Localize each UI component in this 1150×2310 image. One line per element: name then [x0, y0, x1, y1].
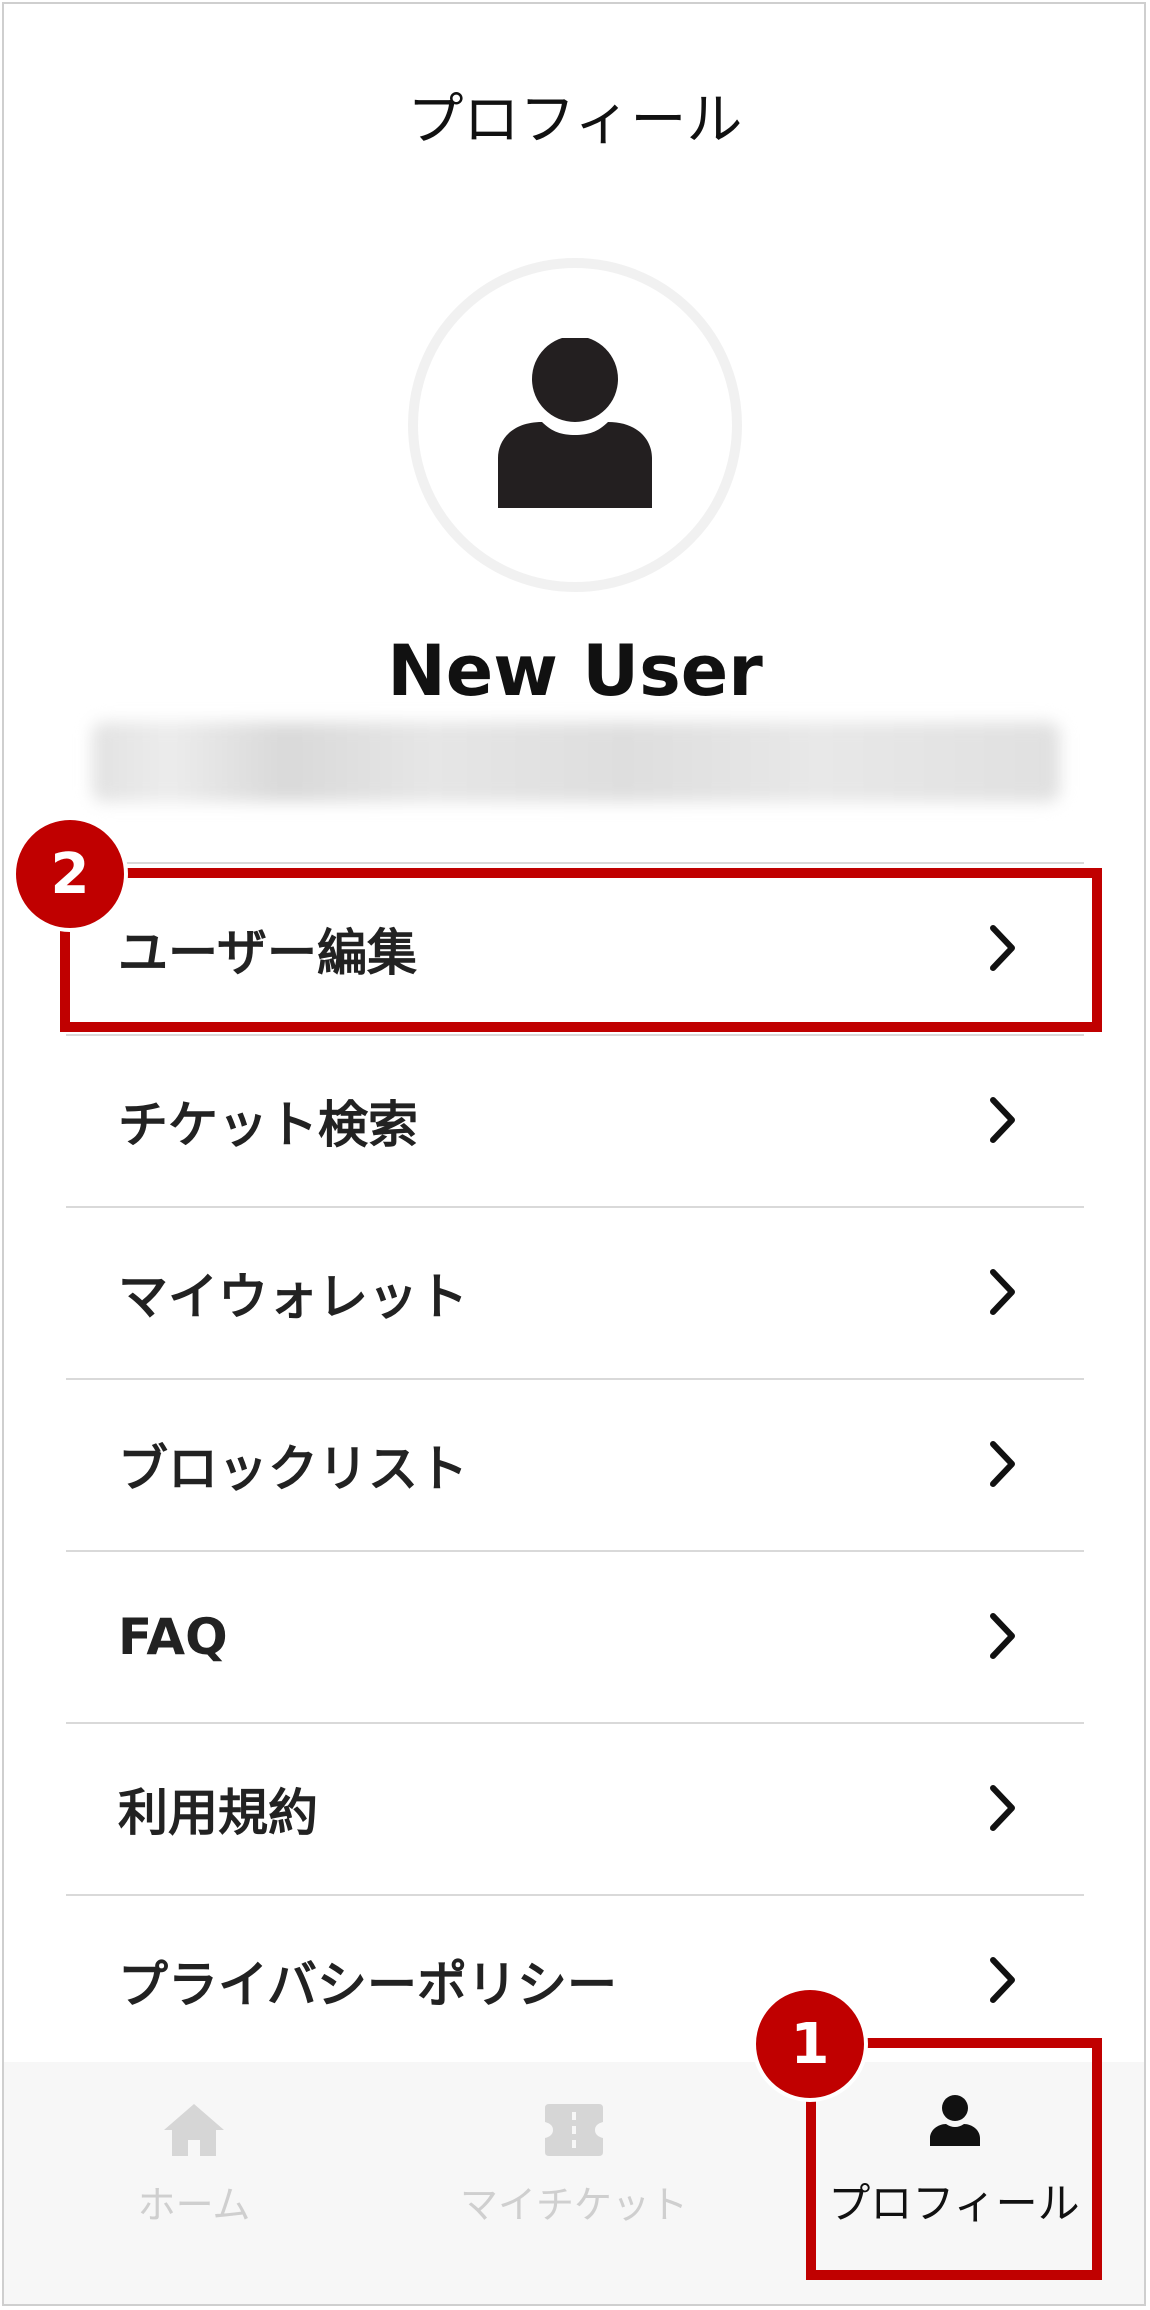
- page-title: プロフィール: [407, 88, 743, 153]
- chevron-right-icon: [990, 1957, 1015, 2003]
- menu-item-my-wallet[interactable]: マイウォレット: [66, 1206, 1084, 1378]
- menu-item-label: プライバシーポリシー: [118, 1956, 617, 2014]
- tab-my-tickets[interactable]: マイチケット: [384, 2062, 764, 2304]
- chevron-right-icon: [990, 1269, 1015, 1315]
- profile-menu: ユーザー編集 チケット検索 マイウォレット ブロックリスト FAQ 利用規約 プ…: [66, 862, 1084, 2066]
- ticket-icon: [545, 2104, 603, 2156]
- menu-item-ticket-search[interactable]: チケット検索: [66, 1034, 1084, 1206]
- annotation-step-1: 1: [752, 1986, 868, 2102]
- menu-item-label: マイウォレット: [118, 1268, 468, 1326]
- menu-item-faq[interactable]: FAQ: [66, 1550, 1084, 1722]
- tab-label: マイチケット: [459, 2183, 688, 2227]
- menu-item-block-list[interactable]: ブロックリスト: [66, 1378, 1084, 1550]
- menu-item-label: ブロックリスト: [118, 1440, 468, 1498]
- menu-item-label: チケット検索: [118, 1096, 418, 1154]
- tab-home[interactable]: ホーム: [4, 2062, 384, 2304]
- chevron-right-icon: [990, 1613, 1015, 1659]
- chevron-right-icon: [990, 1441, 1015, 1487]
- avatar: [408, 258, 742, 592]
- tab-label: ホーム: [137, 2183, 251, 2227]
- annotation-step-2: 2: [12, 816, 128, 932]
- user-avatar-icon: [498, 338, 652, 508]
- menu-item-label: 利用規約: [118, 1784, 318, 1842]
- home-icon: [164, 2104, 224, 2156]
- annotation-highlight-edit-user: [60, 868, 1102, 1032]
- user-email-redacted: [92, 722, 1060, 802]
- menu-item-terms[interactable]: 利用規約: [66, 1722, 1084, 1894]
- chevron-right-icon: [990, 1097, 1015, 1143]
- user-name: New User: [387, 630, 763, 712]
- menu-item-label: FAQ: [118, 1608, 228, 1666]
- chevron-right-icon: [990, 1785, 1015, 1831]
